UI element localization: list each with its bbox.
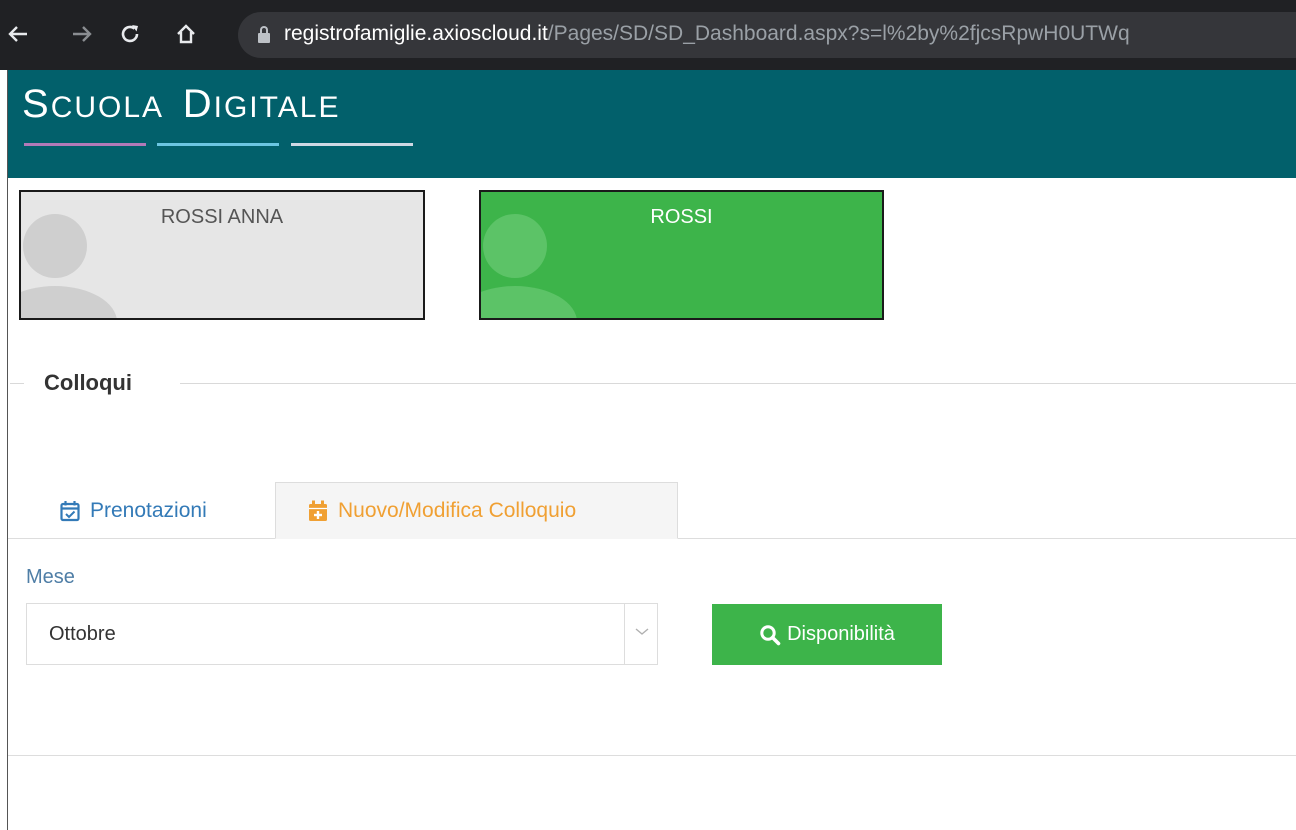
month-label: Mese: [26, 566, 75, 588]
section-divider: [10, 383, 24, 384]
student-card-selected[interactable]: ROSSI: [479, 190, 884, 320]
app-header: SCUOLA DIGITALE: [8, 70, 1296, 178]
chevron-down-icon[interactable]: [632, 621, 652, 641]
logo-letter: D: [182, 82, 214, 126]
calendar-check-icon: [60, 500, 80, 521]
month-select[interactable]: Ottobre: [26, 603, 658, 665]
app-logo[interactable]: SCUOLA DIGITALE: [22, 82, 340, 127]
url-text[interactable]: registrofamiglie.axioscloud.it/Pages/SD/…: [284, 22, 1130, 46]
logo-text: CUOLA: [50, 91, 163, 124]
tab-label: Prenotazioni: [90, 498, 207, 522]
student-name: ROSSI ANNA: [160, 206, 284, 228]
tab-nuovo-modifica-colloquio[interactable]: Nuovo/Modifica Colloquio: [275, 482, 678, 539]
tab-label: Nuovo/Modifica Colloquio: [338, 498, 577, 522]
browser-toolbar: registrofamiglie.axioscloud.it/Pages/SD/…: [0, 0, 1296, 70]
logo-underline-purple: [24, 143, 146, 146]
availability-button[interactable]: Disponibilità: [712, 604, 942, 665]
url-path: /Pages/SD/SD_Dashboard.aspx?s=l%2by%2fjc…: [547, 22, 1130, 45]
search-icon: [760, 624, 781, 645]
url-domain: registrofamiglie.axioscloud.it: [284, 22, 548, 45]
month-select-value: Ottobre: [49, 623, 116, 645]
section-divider: [180, 383, 1296, 384]
logo-underline-blue: [157, 143, 279, 146]
back-arrow-icon[interactable]: [2, 18, 34, 50]
content-divider: [8, 755, 1296, 756]
page-border: [7, 70, 8, 830]
section-title: Colloqui: [44, 370, 132, 395]
select-divider: [624, 604, 625, 664]
student-name: ROSSI: [650, 206, 713, 228]
forward-arrow-icon[interactable]: [66, 18, 98, 50]
logo-letter: S: [22, 82, 51, 126]
logo-underline-light: [291, 143, 413, 146]
home-icon[interactable]: [170, 18, 202, 50]
calendar-plus-icon: [309, 500, 327, 521]
student-card[interactable]: ROSSI ANNA: [19, 190, 425, 320]
logo-text: IGITALE: [213, 91, 341, 124]
availability-button-label: Disponibilità: [787, 623, 895, 645]
reload-icon[interactable]: [114, 18, 146, 50]
tab-prenotazioni[interactable]: Prenotazioni: [44, 482, 272, 539]
lock-icon[interactable]: [258, 26, 270, 44]
